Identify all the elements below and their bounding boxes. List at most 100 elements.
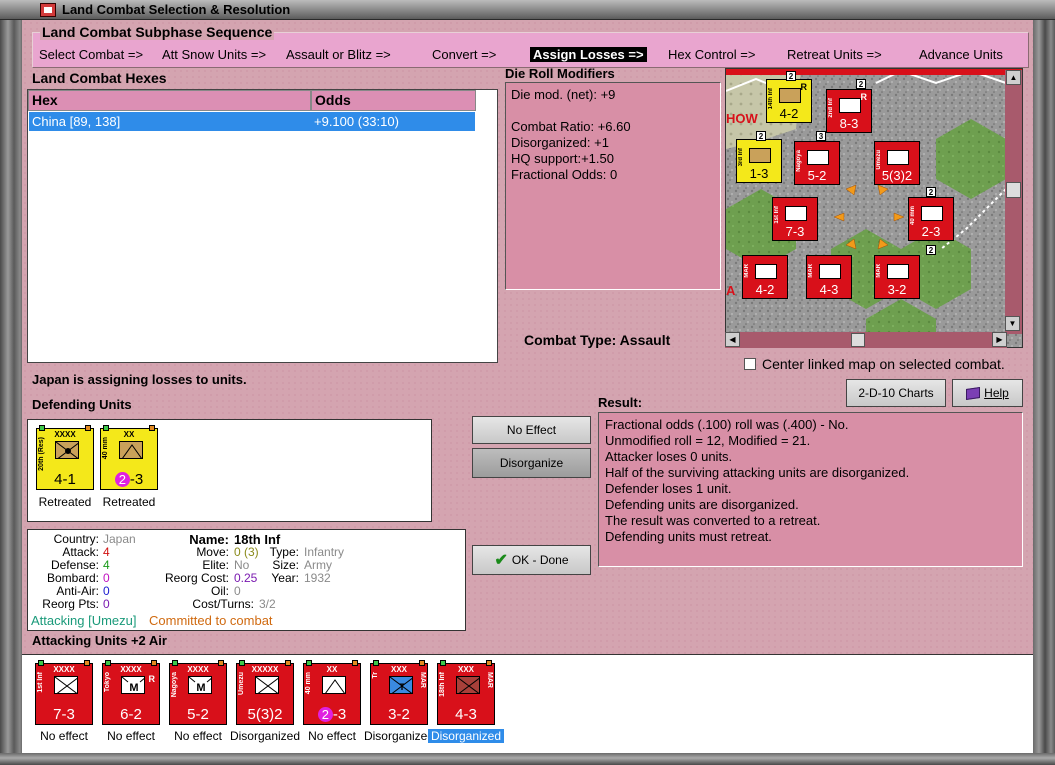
reserve-marker: R: [800, 82, 808, 92]
subphase-title: Land Combat Subphase Sequence: [40, 24, 275, 40]
disorganize-button[interactable]: Disorganize: [472, 448, 591, 478]
map-unit-counter[interactable]: Umezu 5(3)2: [874, 141, 920, 185]
unit-strength: 4-1: [54, 471, 76, 488]
map-unit-counter[interactable]: 1st Inf 7-3: [772, 197, 818, 241]
defending-units: XXXX 20th (Res) 4-1 Retreated XX 40 mm 2 -3 Retr…: [27, 419, 432, 522]
year-value: 1932: [304, 571, 331, 585]
hexes-title: Land Combat Hexes: [32, 70, 167, 86]
result-line: Attacker loses 0 units.: [605, 449, 733, 464]
app-icon[interactable]: [40, 3, 56, 17]
inf-symbol-icon: [456, 676, 480, 694]
defending-unit-counter[interactable]: XXXX 20th (Res) 4-1: [36, 425, 94, 490]
scroll-up-button[interactable]: ▲: [1006, 70, 1021, 85]
svg-text:M: M: [129, 682, 138, 694]
unit-status: Disorganized: [229, 729, 301, 743]
attacking-unit-counter[interactable]: XXXXX Umezu 5(3)2: [236, 660, 294, 725]
scroll-right-button[interactable]: ▶: [992, 332, 1007, 347]
unit-size: XXXX: [53, 665, 75, 674]
map-unit-counter[interactable]: 14th Inf R 4-2: [766, 79, 812, 123]
unit-strength: 4-2: [779, 106, 799, 121]
ok-done-button[interactable]: ✔ OK - Done: [472, 545, 591, 575]
center-linked-map-checkbox[interactable]: Center linked map on selected combat.: [744, 356, 1005, 372]
disorganize-button-label: Disorganize: [499, 456, 564, 470]
unit-status: No effect: [40, 729, 88, 743]
unit-name: 2nd Inf: [828, 98, 834, 118]
svg-text:T: T: [399, 682, 405, 692]
attacking-unit-counter[interactable]: XXXX Nagoya M 5-2: [169, 660, 227, 725]
map-unit-counter[interactable]: 2nd Inf R 8-3: [826, 89, 872, 133]
linked-map[interactable]: 14th Inf R 4-2 2nd Inf R 8-3 3rd Inf 1-3 Nagoya 5…: [725, 68, 1023, 348]
scroll-thumb[interactable]: [1006, 182, 1021, 198]
window-frame-bottom: [0, 753, 1055, 765]
attacking-unit-counter[interactable]: XXX Tr MAR T 3-2: [370, 660, 428, 725]
unit-strength: 4-2: [755, 282, 775, 297]
no-effect-button[interactable]: No Effect: [472, 416, 591, 444]
attacking-unit-counter[interactable]: XXXX Tokyo R M 6-2: [102, 660, 160, 725]
unit-symbol-icon: [779, 88, 801, 103]
ok-done-button-label: OK - Done: [511, 553, 569, 567]
reorg-pts-label: Reorg Pts:: [42, 597, 99, 611]
checkbox[interactable]: [744, 358, 756, 370]
defending-unit-counter[interactable]: XX 40 mm 2 -3: [100, 425, 158, 490]
map-unit-counter[interactable]: Nagoya 5-2: [794, 141, 840, 185]
unit-symbol-icon: [785, 206, 807, 221]
type-value: Infantry: [304, 545, 345, 559]
map-unit-counter[interactable]: 40 mm 2-3: [908, 197, 954, 241]
phase-assign-losses: Assign Losses =>: [530, 47, 647, 62]
no-effect-button-label: No Effect: [506, 423, 557, 437]
bombard-label: Bombard:: [46, 571, 99, 585]
help-button[interactable]: Help: [952, 379, 1023, 407]
move-label: Move:: [196, 545, 229, 559]
map-vertical-scrollbar[interactable]: ▲: [1005, 70, 1022, 334]
stack-count-badge: 2: [856, 79, 866, 89]
attacking-units: XXXX 1st Inf 7-3 No effect XXXX Tokyo R M 6-2 No …: [22, 654, 1033, 753]
title-bar[interactable]: Land Combat Selection & Resolution: [0, 0, 1055, 20]
unit-strength: 4-3: [455, 706, 477, 723]
scroll-down-button[interactable]: ▼: [1005, 316, 1020, 331]
unit-size: XXXX: [187, 665, 209, 674]
check-icon: ✔: [494, 552, 508, 569]
unit-status: Disorganized: [428, 729, 504, 743]
combat-type: Combat Type: Assault: [524, 332, 671, 348]
unit-symbol-icon: [887, 150, 909, 165]
map-horizontal-scrollbar[interactable]: ◀ ▶: [725, 332, 1007, 348]
unit-symbol-icon: [749, 148, 771, 163]
phase-select-combat: Select Combat =>: [39, 47, 144, 62]
unit-size: XX: [326, 665, 338, 674]
move-value: 0 (3): [234, 545, 259, 559]
column-header-hex[interactable]: Hex: [28, 90, 311, 111]
scroll-left-button[interactable]: ◀: [725, 332, 740, 347]
antiair-value: 0: [103, 584, 110, 598]
map-unit-counter[interactable]: MAR 4-3: [806, 255, 852, 299]
unit-strength: 1-3: [749, 166, 769, 181]
defense-label: Defense:: [50, 558, 99, 572]
year-label: Year:: [271, 571, 299, 585]
attacking-unit-counter[interactable]: XXX 18th Inf MAR 4-3: [437, 660, 495, 725]
map-unit-counter[interactable]: MAR 3-2: [874, 255, 920, 299]
unit-name: Umezu: [238, 672, 245, 695]
help-button-label: Help: [984, 386, 1009, 400]
window-title: Land Combat Selection & Resolution: [62, 2, 291, 17]
air-symbol-icon: [55, 441, 79, 459]
map-label: HOW: [726, 111, 758, 126]
size-label: Size:: [272, 558, 299, 572]
window-frame-right: [1033, 20, 1055, 765]
stack-count-badge: 2: [786, 71, 796, 81]
unit-strength: 5(3)2: [881, 168, 913, 183]
unit-name: MAR: [876, 264, 882, 278]
unit-strength: 7-3: [785, 224, 805, 239]
unit-name: 20th (Res): [38, 437, 45, 471]
map-unit-counter[interactable]: 3rd Inf 1-3: [736, 139, 782, 183]
charts-button[interactable]: 2-D-10 Charts: [846, 379, 946, 407]
table-row[interactable]: China [89, 138] +9.100 (33:10): [29, 112, 475, 131]
column-header-odds[interactable]: Odds: [311, 90, 476, 111]
unit-name: MAR: [808, 264, 814, 278]
attacking-unit-counter[interactable]: XX 40 mm 2 -3: [303, 660, 361, 725]
unit-name: 1st Inf: [37, 672, 44, 693]
scroll-thumb[interactable]: [851, 333, 865, 347]
attacking-unit-counter[interactable]: XXXX 1st Inf 7-3: [35, 660, 93, 725]
map-unit-counter[interactable]: MAR 4-2: [742, 255, 788, 299]
unit-symbol-icon: [921, 206, 943, 221]
disorganized-line: Disorganized: +1: [511, 135, 609, 150]
result-line: Half of the surviving attacking units ar…: [605, 465, 910, 480]
